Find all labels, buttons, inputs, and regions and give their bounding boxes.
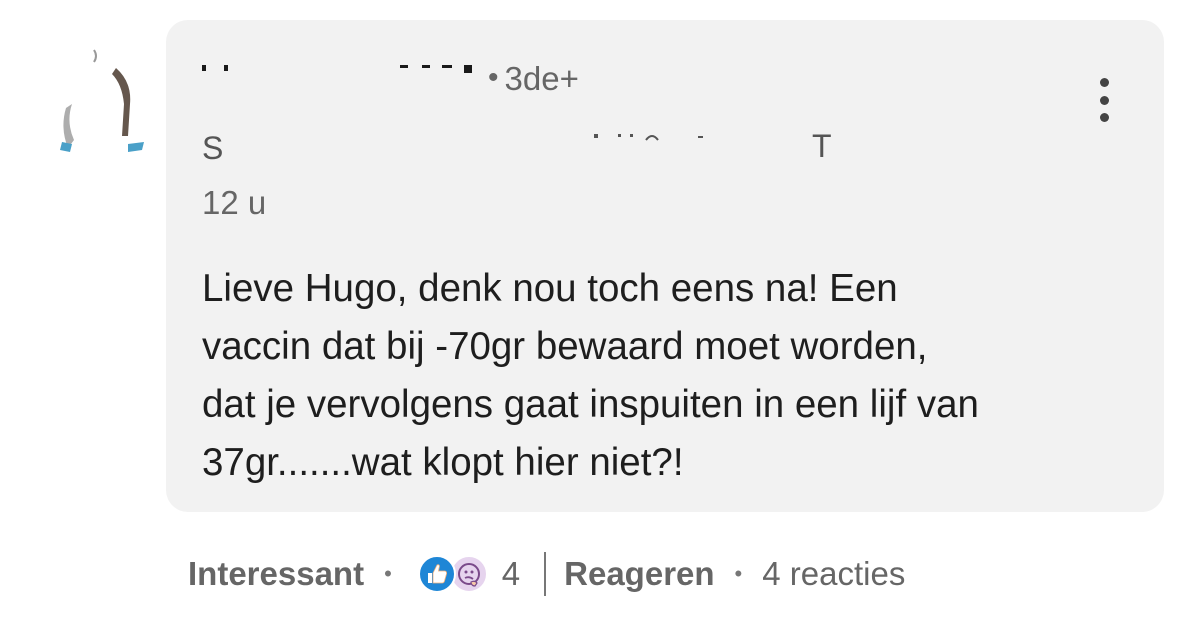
redaction-fragment bbox=[422, 65, 430, 68]
comment-actions: Interessant • 4 Reageren • 4 reacties bbox=[188, 548, 905, 600]
comment-bubble: • 3de+ S T 12 u Lieve Hugo, denk nou toc… bbox=[166, 20, 1164, 512]
author-avatar[interactable] bbox=[58, 44, 154, 154]
comment-screenshot: • 3de+ S T 12 u Lieve Hugo, denk nou toc… bbox=[0, 0, 1200, 627]
degree-separator: • bbox=[488, 61, 499, 94]
redaction-fragment bbox=[224, 65, 228, 71]
like-icon bbox=[417, 555, 456, 593]
more-options-button[interactable] bbox=[1084, 78, 1124, 122]
headline-redaction-marks bbox=[594, 134, 703, 141]
connection-degree: 3de+ bbox=[504, 59, 579, 97]
comment-text: Lieve Hugo, denk nou toch eens na! Een v… bbox=[202, 267, 979, 484]
comment-timestamp: 12 u bbox=[202, 184, 267, 221]
reply-button[interactable]: Reageren bbox=[564, 555, 714, 593]
react-button[interactable]: Interessant bbox=[188, 555, 364, 593]
redaction-fragment bbox=[202, 65, 206, 71]
author-row: • 3de+ bbox=[202, 58, 579, 98]
headline-fragment-start: S bbox=[202, 130, 224, 166]
action-separator: • bbox=[384, 561, 392, 586]
replies-count-link[interactable]: 4 reacties bbox=[762, 555, 905, 593]
author-headline: S T bbox=[202, 130, 842, 170]
more-vertical-icon bbox=[1099, 113, 1109, 122]
author-name[interactable] bbox=[202, 63, 484, 93]
more-vertical-icon bbox=[1099, 78, 1109, 87]
reaction-count: 4 bbox=[501, 555, 521, 592]
headline-fragment-end: T bbox=[812, 128, 832, 164]
action-separator: • bbox=[734, 561, 743, 586]
action-divider bbox=[544, 552, 547, 596]
redaction-fragment bbox=[464, 65, 472, 73]
redaction-fragment bbox=[442, 65, 452, 68]
reactions-summary[interactable]: 4 bbox=[417, 555, 521, 593]
more-vertical-icon bbox=[1099, 95, 1109, 105]
redaction-fragment bbox=[400, 65, 408, 68]
